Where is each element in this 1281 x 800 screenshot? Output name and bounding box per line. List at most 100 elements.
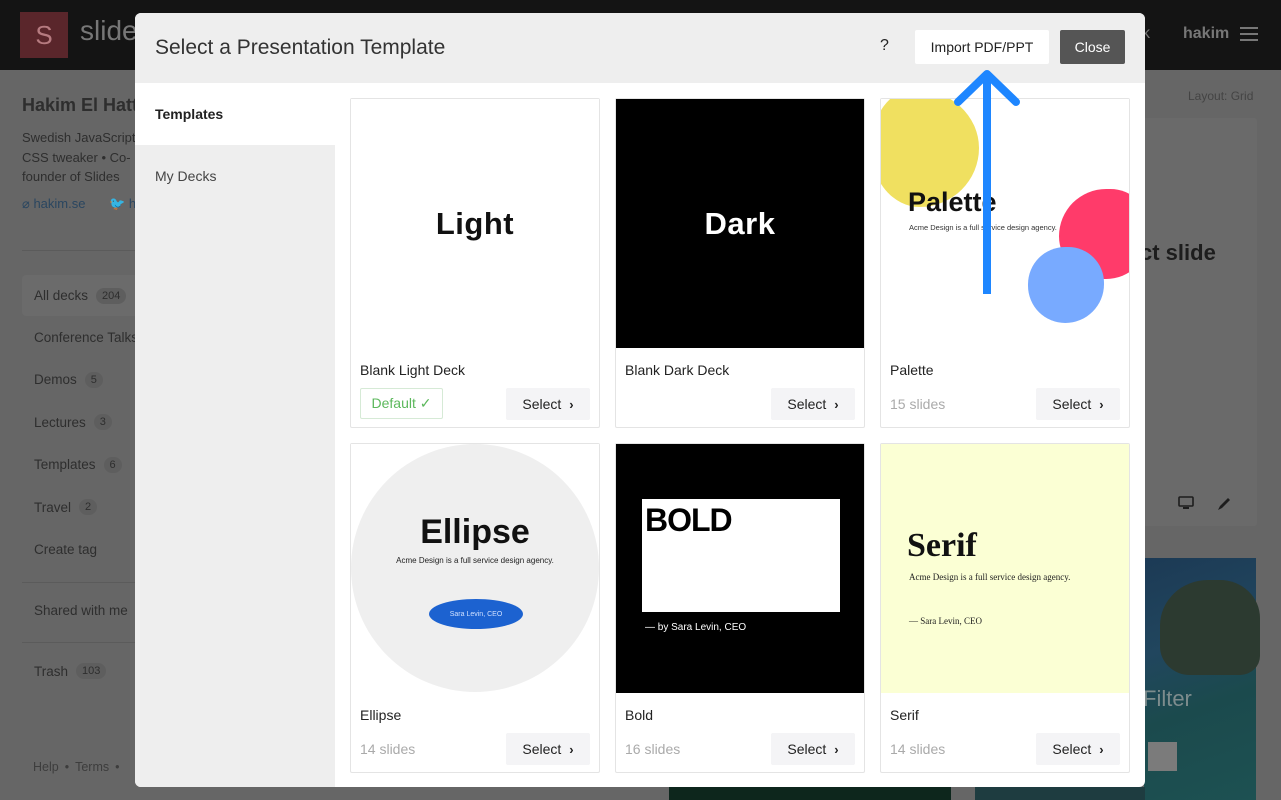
rock-graphic (1160, 580, 1260, 675)
select-button[interactable]: Select › (506, 388, 590, 420)
trash-label: Trash (34, 663, 69, 679)
template-name: Blank Light Deck (360, 362, 466, 378)
select-button[interactable]: Select › (1036, 388, 1120, 420)
select-label: Select (522, 741, 562, 757)
close-button[interactable]: Close (1060, 30, 1125, 64)
tag-all-decks[interactable]: All decks 204 (22, 275, 142, 316)
layout-toggle[interactable]: Layout: Grid (1188, 89, 1253, 103)
hamburger-menu-icon[interactable] (1240, 27, 1258, 41)
template-name: Palette (890, 362, 934, 378)
tag-label: Demos (34, 372, 77, 388)
divider (22, 642, 142, 643)
present-icon[interactable] (1178, 496, 1194, 510)
edit-pencil-icon[interactable] (1216, 496, 1232, 512)
trash-count: 103 (76, 663, 107, 679)
select-label: Select (787, 396, 827, 412)
slide-count: 14 slides (360, 741, 416, 757)
template-name: Serif (890, 707, 919, 723)
template-card-palette[interactable]: Palette Acme Design is a full service de… (880, 98, 1130, 428)
modal-sidebar: Templates My Decks (135, 83, 335, 787)
deck-image-box (1148, 742, 1177, 771)
template-thumbnail[interactable]: Light (351, 99, 599, 348)
website-text: hakim.se (33, 196, 86, 211)
tag-label: Templates (34, 457, 96, 473)
template-name: Ellipse (360, 707, 402, 723)
template-thumbnail[interactable]: Ellipse Acme Design is a full service de… (351, 444, 599, 693)
tag-count: 2 (79, 499, 98, 516)
thumb-subtitle: Acme Design is a full service design age… (396, 556, 554, 565)
select-button[interactable]: Select › (1036, 733, 1120, 765)
template-thumbnail[interactable]: Dark (616, 99, 864, 348)
select-label: Select (787, 741, 827, 757)
thumb-subtitle: — by Sara Levin, CEO (645, 622, 747, 633)
chevron-right-icon: › (834, 396, 839, 412)
template-thumbnail[interactable]: Serif Acme Design is a full service desi… (881, 444, 1129, 693)
terms-link[interactable]: Terms (75, 760, 109, 774)
template-name: Blank Dark Deck (625, 362, 730, 378)
modal-title: Select a Presentation Template (155, 36, 446, 59)
divider (22, 582, 142, 583)
tag-label: Lectures (34, 414, 86, 430)
template-thumbnail[interactable]: BOLD — by Sara Levin, CEO (616, 444, 864, 693)
thumb-subtitle: Acme Design is a full service design age… (909, 572, 1071, 582)
tag-list: All decks 204 Conference Talks Demos 5 Lec… (22, 275, 142, 571)
chevron-right-icon: › (1099, 741, 1104, 757)
import-pdf-ppt-button[interactable]: Import PDF/PPT (915, 30, 1049, 64)
thumb-author-pill: Sara Levin, CEO (429, 599, 523, 629)
tag-label: Create tag (34, 542, 98, 558)
select-label: Select (1052, 741, 1092, 757)
thumb-title: Dark (704, 205, 776, 241)
create-tag-button[interactable]: Create tag (22, 529, 142, 572)
website-link[interactable]: ⌀ hakim.se (22, 196, 95, 211)
footer-links: Help • Terms • (33, 760, 120, 774)
help-button[interactable]: ? (880, 37, 889, 55)
blue-blob (1028, 247, 1104, 323)
ellipse-shape (351, 444, 599, 692)
template-card-serif[interactable]: Serif Acme Design is a full service desi… (880, 443, 1130, 773)
slides-logo[interactable]: S (20, 12, 68, 58)
tag-demos[interactable]: Demos 5 (22, 359, 142, 402)
select-button[interactable]: Select › (771, 388, 855, 420)
select-button[interactable]: Select › (506, 733, 590, 765)
tag-conference-talks[interactable]: Conference Talks (22, 316, 142, 359)
help-link[interactable]: Help (33, 760, 59, 774)
select-label: Select (522, 396, 562, 412)
tag-label: All decks (34, 288, 89, 303)
slide-count: 16 slides (625, 741, 681, 757)
thumb-title: BOLD (645, 502, 733, 538)
select-button[interactable]: Select › (771, 733, 855, 765)
default-badge: Default ✓ (360, 388, 443, 419)
trash-link[interactable]: Trash 103 (34, 663, 107, 679)
deck-card[interactable] (1140, 118, 1257, 526)
user-menu[interactable]: hakim (1183, 25, 1229, 43)
select-label: Select (1052, 396, 1092, 412)
tag-templates[interactable]: Templates 6 (22, 444, 142, 487)
tag-lectures[interactable]: Lectures 3 (22, 401, 142, 444)
thumb-author: — Sara Levin, CEO (909, 616, 982, 626)
tag-count: 6 (103, 456, 122, 473)
template-modal: Select a Presentation Template ? Import … (135, 13, 1145, 787)
deck-thumbnail-image[interactable] (975, 787, 1145, 800)
template-thumbnail[interactable]: Palette Acme Design is a full service de… (881, 99, 1129, 348)
slide-count: 14 slides (890, 741, 946, 757)
tab-templates[interactable]: Templates (135, 83, 335, 145)
tag-travel[interactable]: Travel 2 (22, 486, 142, 529)
tab-my-decks[interactable]: My Decks (135, 145, 335, 207)
deck-card-actions (1178, 496, 1232, 512)
deck-thumbnail-image[interactable] (669, 787, 951, 800)
template-card-light[interactable]: Light Blank Light Deck Default ✓ Select › (350, 98, 600, 428)
divider (22, 250, 142, 251)
shared-with-me-link[interactable]: Shared with me (34, 603, 128, 618)
slide-count: 15 slides (890, 396, 946, 412)
thumb-subtitle: Acme Design is a full service design age… (909, 223, 1057, 232)
tag-count: 204 (96, 287, 127, 304)
deck-card-title: ct slide (1140, 240, 1216, 265)
chevron-right-icon: › (569, 741, 574, 757)
tag-count: 3 (93, 414, 112, 431)
tag-label: Conference Talks (34, 329, 139, 345)
template-card-ellipse[interactable]: Ellipse Acme Design is a full service de… (350, 443, 600, 773)
template-card-dark[interactable]: Dark Blank Dark Deck Select › (615, 98, 865, 428)
template-card-bold[interactable]: BOLD — by Sara Levin, CEO Bold 16 slides… (615, 443, 865, 773)
tag-count: 5 (84, 371, 103, 388)
deck-image-title: Filter (1143, 686, 1192, 711)
